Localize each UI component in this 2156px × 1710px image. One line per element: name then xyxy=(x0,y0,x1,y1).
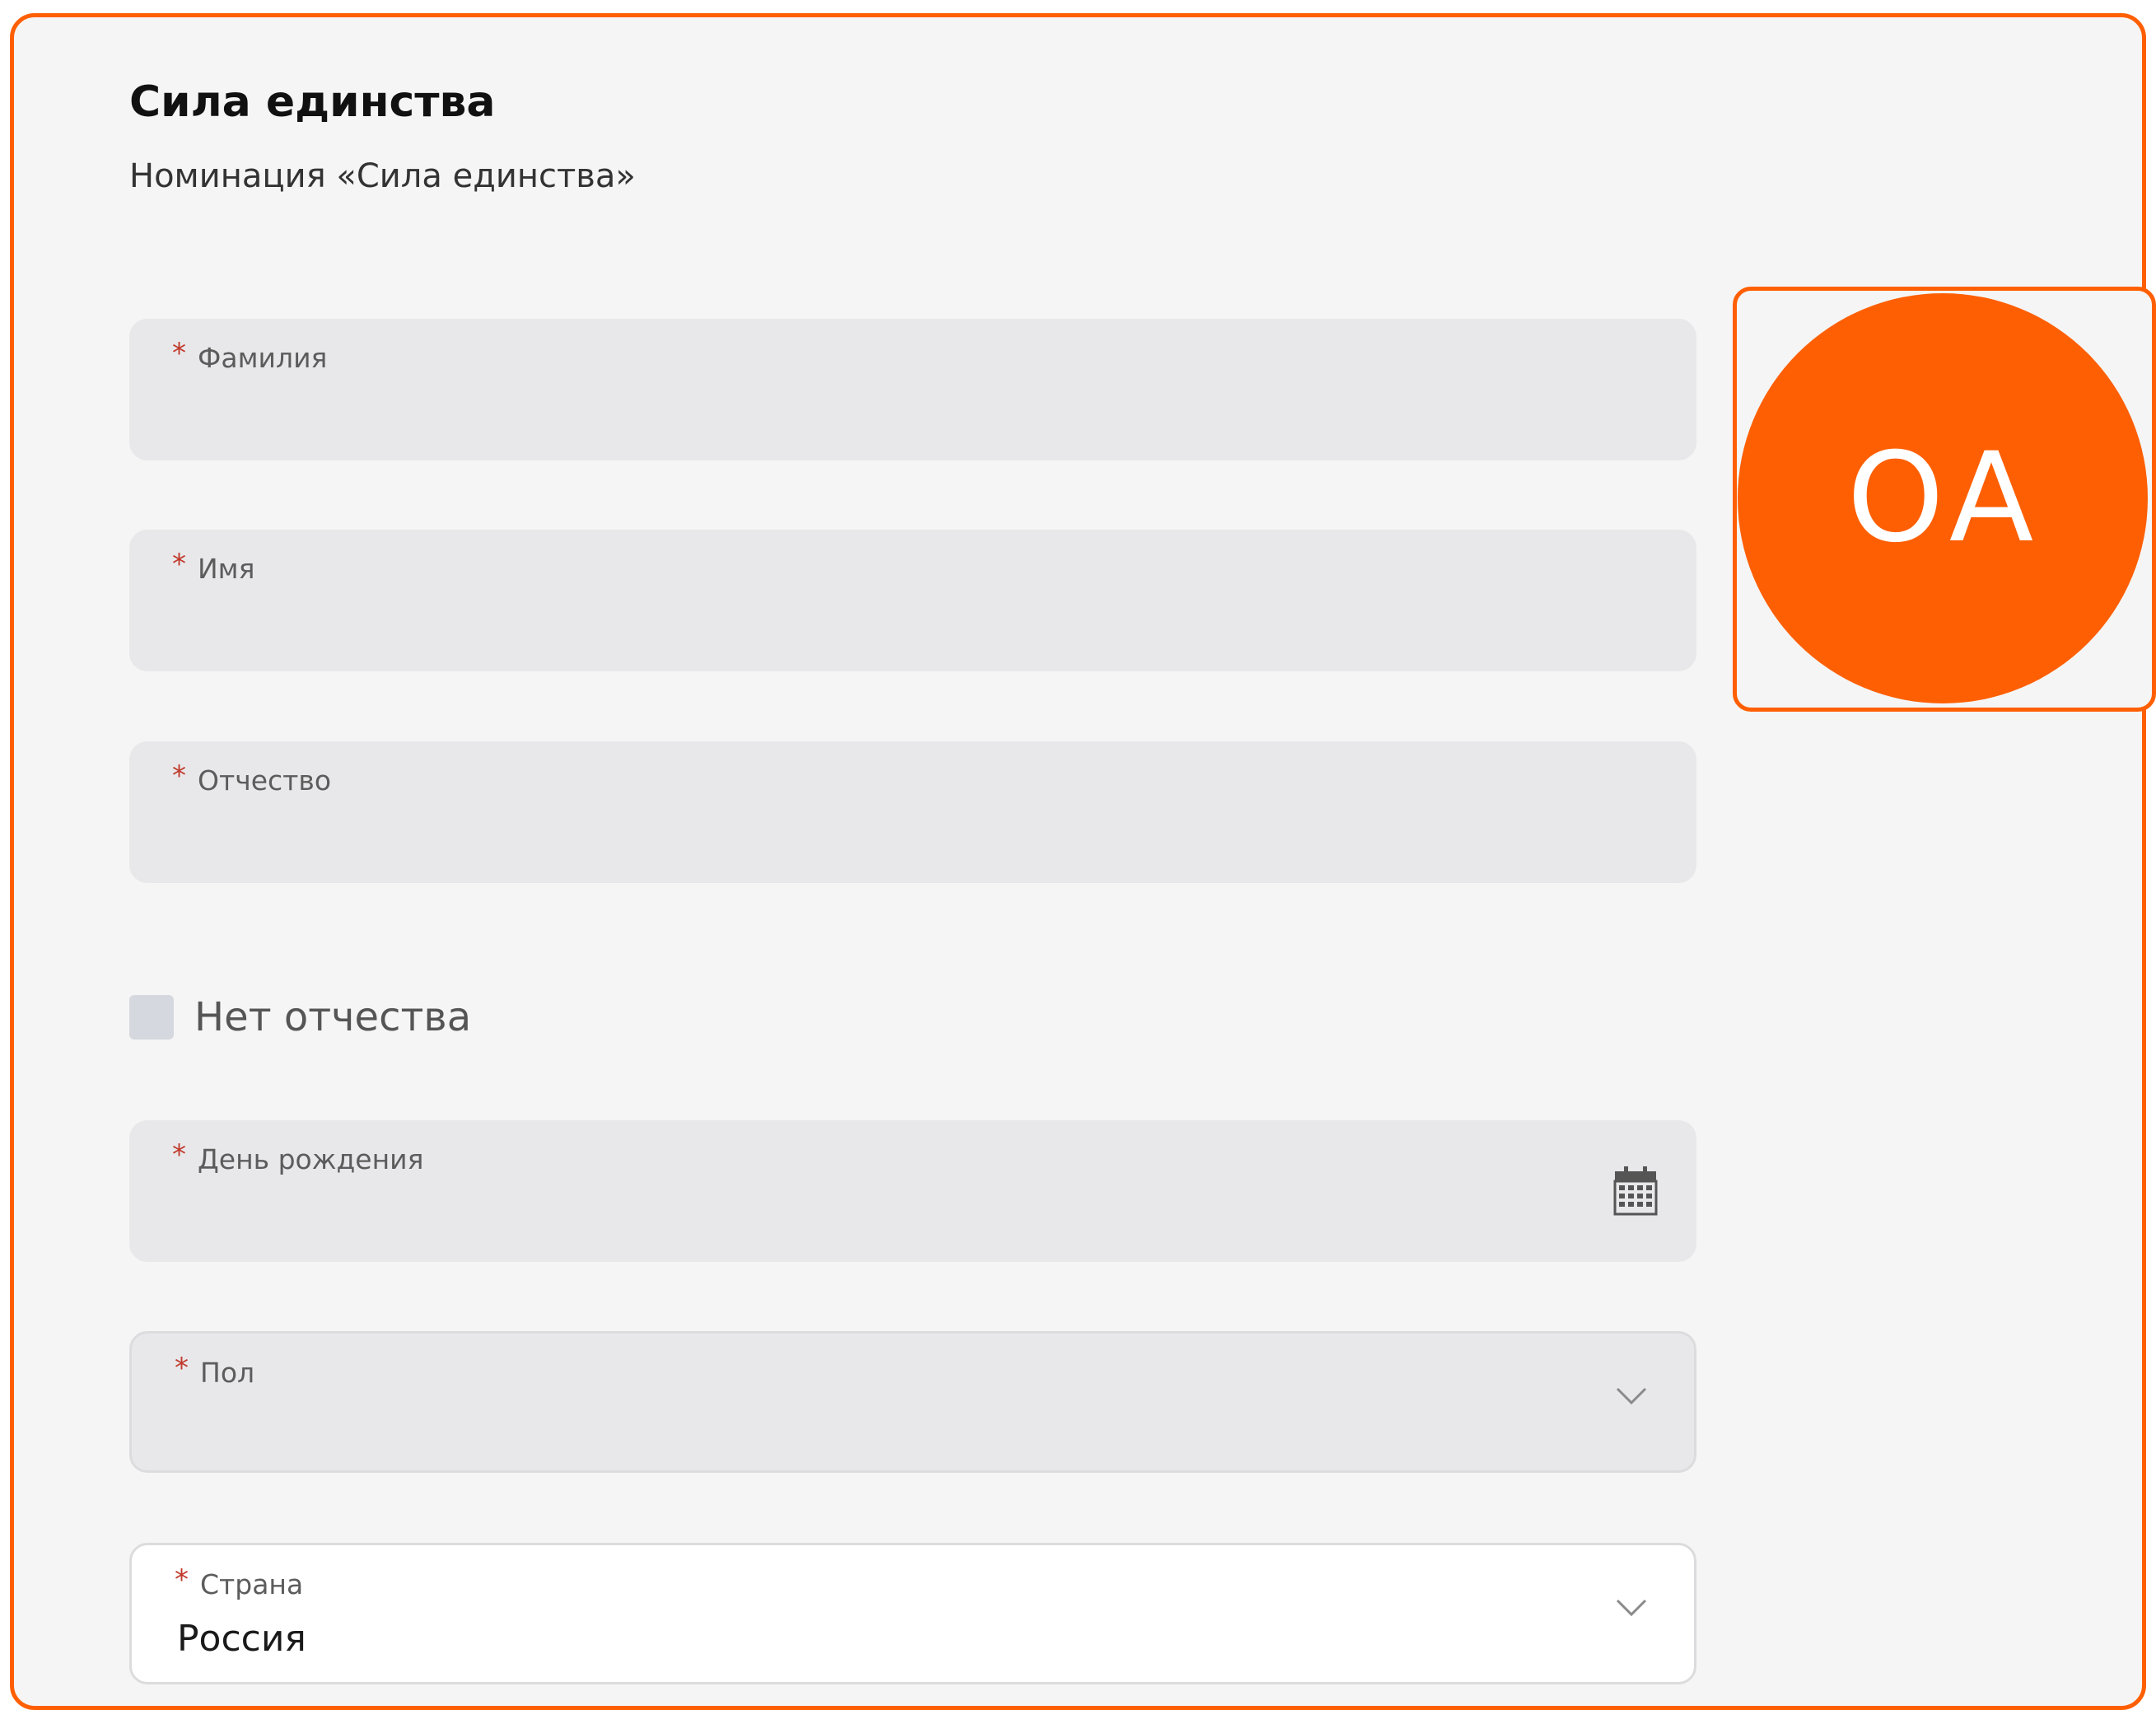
no-patronymic-checkbox[interactable] xyxy=(129,995,174,1040)
chevron-down-icon[interactable] xyxy=(1615,1598,1648,1618)
no-patronymic-label: Нет отчества xyxy=(194,994,472,1040)
country-select[interactable]: * Страна Россия xyxy=(129,1543,1696,1684)
required-mark: * xyxy=(175,1352,189,1385)
required-mark: * xyxy=(172,548,186,581)
patronymic-label: * Отчество xyxy=(172,759,332,797)
country-label: * Страна xyxy=(175,1563,304,1600)
required-mark: * xyxy=(172,759,186,792)
last-name-field[interactable]: * Фамилия xyxy=(129,319,1696,460)
required-mark: * xyxy=(175,1563,189,1596)
avatar[interactable]: ОА xyxy=(1738,293,2148,703)
birthday-label: * День рождения xyxy=(172,1138,424,1175)
gender-label: * Пол xyxy=(175,1352,255,1389)
first-name-label: * Имя xyxy=(172,548,255,585)
required-mark: * xyxy=(172,1138,186,1171)
chevron-down-icon[interactable] xyxy=(1615,1386,1648,1406)
last-name-label: * Фамилия xyxy=(172,337,328,374)
required-mark: * xyxy=(172,337,186,370)
calendar-icon[interactable] xyxy=(1612,1165,1659,1217)
gender-select[interactable]: * Пол xyxy=(129,1331,1696,1473)
birthday-field[interactable]: * День рождения xyxy=(129,1120,1696,1262)
country-value: Россия xyxy=(177,1618,306,1660)
page-title: Сила единства xyxy=(129,77,496,127)
first-name-field[interactable]: * Имя xyxy=(129,530,1696,671)
patronymic-field[interactable]: * Отчество xyxy=(129,741,1696,883)
nomination-subtitle: Номинация «Сила единства» xyxy=(129,157,636,195)
no-patronymic-checkbox-row[interactable]: Нет отчества xyxy=(129,988,471,1046)
